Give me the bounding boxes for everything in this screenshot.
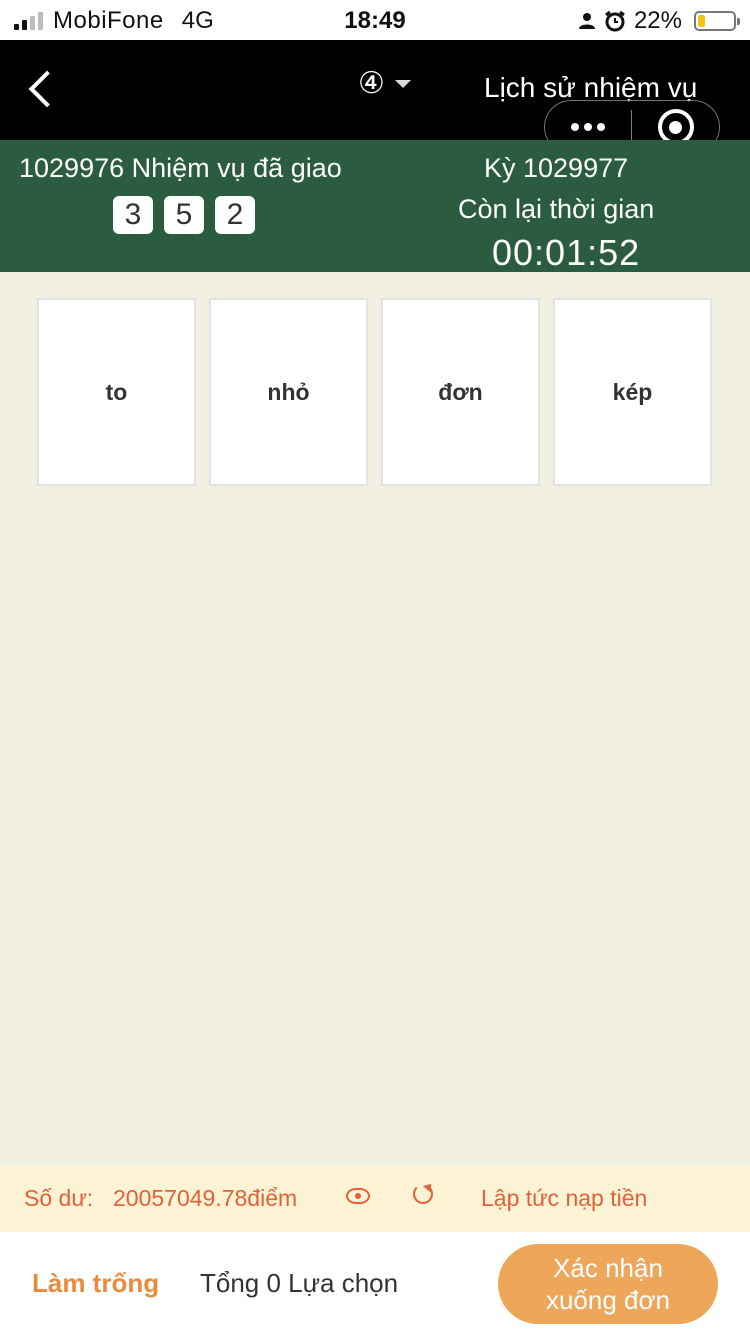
refresh-icon[interactable] xyxy=(413,1184,433,1204)
draw-info-panel: 1029976 Nhiệm vụ đã giao 3 5 2 Kỳ 102997… xyxy=(0,140,750,273)
battery-icon xyxy=(694,11,740,31)
bottom-action-bar: Làm trống Tổng 0 Lựa chọn Xác nhận xuống… xyxy=(0,1232,750,1334)
remaining-time-label: Còn lại thời gian xyxy=(458,194,655,224)
caret-down-icon xyxy=(394,79,411,88)
clear-button[interactable]: Làm trống xyxy=(32,1268,159,1299)
option-don[interactable]: đơn xyxy=(381,298,540,486)
status-bar: MobiFone 4G 18:49 22% xyxy=(0,0,750,40)
result-number: 3 xyxy=(113,196,153,234)
countdown-timer: 00:01:52 xyxy=(492,232,641,273)
result-number: 5 xyxy=(164,196,204,234)
result-number: 2 xyxy=(215,196,255,234)
confirm-label-line2: xuống đơn xyxy=(545,1285,671,1315)
status-right: 22% xyxy=(578,7,740,35)
selection-total: Tổng 0 Lựa chọn xyxy=(200,1268,399,1298)
battery-fill xyxy=(698,15,706,27)
balance-label: Số dư: xyxy=(24,1185,94,1211)
balance-value: 20057049.78điểm xyxy=(113,1185,298,1211)
back-button[interactable] xyxy=(24,72,58,106)
nav-bar: ④ Lịch sử nhiệm vụ xyxy=(0,40,750,154)
person-icon xyxy=(578,13,595,29)
option-nho[interactable]: nhỏ xyxy=(209,298,368,486)
previous-draw-title: 1029976 Nhiệm vụ đã giao xyxy=(19,153,342,183)
lottery-selector[interactable]: ④ xyxy=(358,66,411,101)
current-period: Kỳ 1029977 xyxy=(484,153,629,183)
battery-percent: 22% xyxy=(633,7,682,34)
confirm-label-line1: Xác nhận xyxy=(553,1253,663,1283)
lottery-selector-label: ④ xyxy=(358,67,385,100)
option-kep[interactable]: kép xyxy=(553,298,712,486)
confirm-order-button[interactable]: Xác nhận xuống đơn xyxy=(498,1244,718,1324)
option-to[interactable]: to xyxy=(37,298,196,486)
bet-options: to nhỏ đơn kép xyxy=(37,298,713,486)
alarm-icon xyxy=(605,10,625,32)
balance-bar: Số dư: 20057049.78điểm Lập tức nạp tiền xyxy=(0,1166,750,1232)
eye-icon[interactable] xyxy=(346,1188,370,1204)
topup-link[interactable]: Lập tức nạp tiền xyxy=(481,1185,647,1212)
previous-result: 3 5 2 xyxy=(113,196,255,234)
